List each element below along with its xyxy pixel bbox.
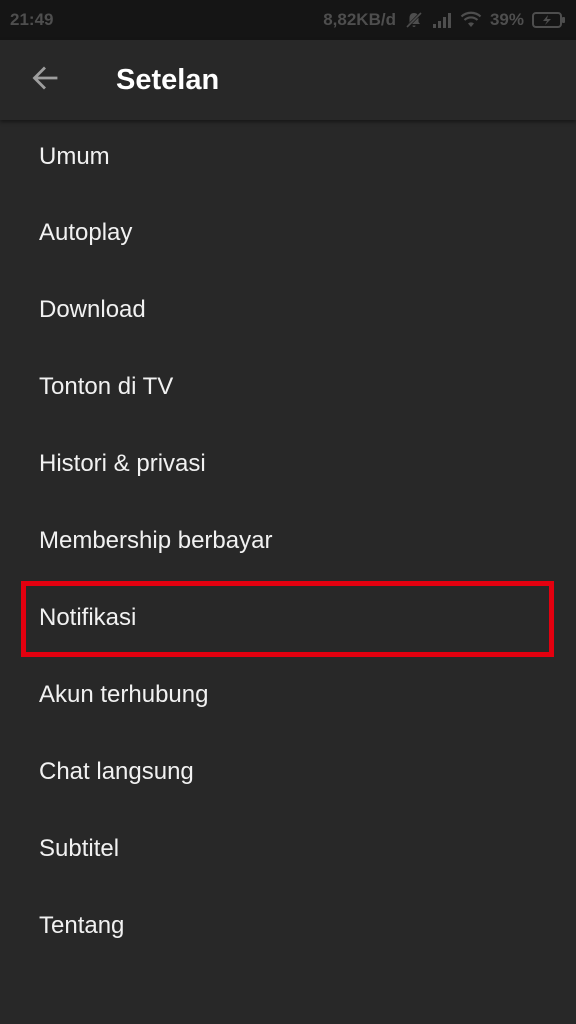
app-bar: Setelan (0, 40, 576, 120)
status-bar: 21:49 8,82KB/d 39% (0, 0, 576, 40)
net-speed: 8,82KB/d (323, 10, 396, 29)
mute-icon (404, 10, 424, 30)
settings-item-autoplay[interactable]: Autoplay (0, 194, 576, 271)
settings-item-tentang[interactable]: Tentang (0, 887, 576, 964)
signal-icon (432, 11, 452, 29)
settings-item-akun-terhubung[interactable]: Akun terhubung (0, 656, 576, 733)
settings-item-tonton-di-tv[interactable]: Tonton di TV (0, 348, 576, 425)
settings-list: Umum Autoplay Download Tonton di TV Hist… (0, 120, 576, 964)
status-icons: 8,82KB/d 39% (323, 10, 566, 30)
settings-item-histori-privasi[interactable]: Histori & privasi (0, 425, 576, 502)
status-time: 21:49 (10, 10, 54, 29)
settings-item-download[interactable]: Download (0, 271, 576, 348)
page-title: Setelan (116, 63, 220, 96)
arrow-back-icon (30, 63, 60, 98)
settings-item-membership[interactable]: Membership berbayar (0, 502, 576, 579)
settings-item-chat-langsung[interactable]: Chat langsung (0, 733, 576, 810)
wifi-icon (460, 11, 482, 29)
back-button[interactable] (0, 40, 90, 120)
settings-item-umum[interactable]: Umum (0, 120, 576, 194)
settings-item-notifikasi[interactable]: Notifikasi (0, 579, 576, 656)
settings-item-subtitel[interactable]: Subtitel (0, 810, 576, 887)
battery-charging-icon (532, 11, 566, 29)
battery-percent: 39% (489, 10, 524, 29)
